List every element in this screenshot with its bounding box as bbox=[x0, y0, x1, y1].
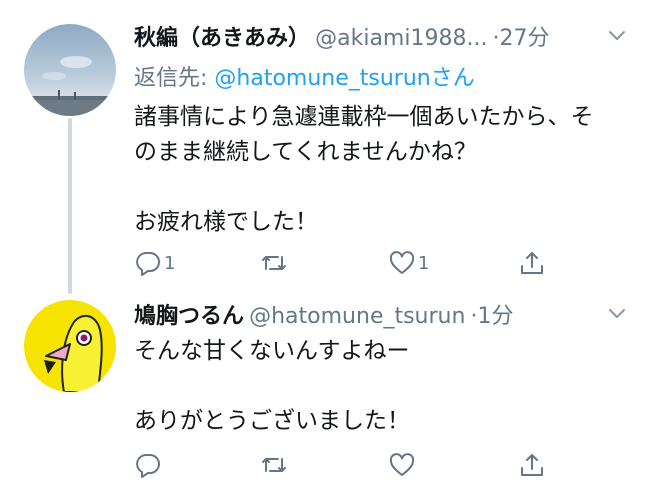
user-handle[interactable]: @hatomune_tsurun bbox=[249, 304, 465, 329]
share-icon bbox=[521, 454, 543, 476]
tweet-text-line: お疲れ様でした！ bbox=[134, 209, 318, 235]
retweet-button[interactable] bbox=[260, 246, 288, 280]
heart-icon bbox=[389, 251, 415, 274]
share-icon bbox=[521, 252, 543, 274]
tweet-hatomune[interactable]: 鳩胸つるん @hatomune_tsurun ·1分 そんな甘くないんすよねー … bbox=[0, 292, 650, 488]
avatar[interactable] bbox=[24, 300, 116, 392]
tweet-text-line bbox=[134, 170, 622, 205]
reply-to-line: 返信先: @hatomune_tsurunさん bbox=[134, 60, 475, 92]
avatar[interactable] bbox=[24, 24, 116, 116]
tweet-akiami[interactable]: 秋編（あきあみ） @akiami1988... ·27分 返信先: @hatom… bbox=[0, 0, 650, 294]
tweet-text-line: のまま継続してくれませんかね？ bbox=[134, 139, 477, 165]
avatar-yellow-bird bbox=[24, 300, 116, 392]
tweet-text-line bbox=[134, 369, 622, 404]
like-button[interactable]: 1 bbox=[388, 246, 429, 280]
like-count: 1 bbox=[418, 252, 430, 274]
retweet-button[interactable] bbox=[260, 448, 288, 482]
reply-prefix: 返信先: bbox=[134, 66, 215, 91]
tweet-text: そんな甘くないんすよねー ありがとうございました！ bbox=[134, 334, 622, 439]
tweet-actions bbox=[134, 448, 560, 482]
reply-target-link[interactable]: @hatomune_tsurun bbox=[214, 66, 430, 91]
retweet-icon bbox=[262, 458, 286, 472]
tweet-text: 諸事情により急遽連載枠一個あいたから、そ のまま継続してくれませんかね？ お疲れ… bbox=[134, 100, 622, 240]
reply-button[interactable]: 1 bbox=[134, 246, 175, 280]
tweet-text-line: ありがとうございました！ bbox=[134, 408, 410, 434]
tweet-header: 秋編（あきあみ） @akiami1988... ·27分 bbox=[134, 20, 610, 54]
reply-icon bbox=[136, 454, 160, 478]
tweet-text-line: そんな甘くないんすよねー bbox=[134, 338, 410, 364]
separator-dot: · bbox=[470, 304, 478, 329]
timestamp[interactable]: 1分 bbox=[478, 304, 514, 329]
like-button[interactable] bbox=[388, 448, 416, 482]
user-handle[interactable]: @akiami1988... bbox=[315, 26, 487, 51]
reply-icon bbox=[136, 252, 160, 276]
display-name[interactable]: 秋編（あきあみ） bbox=[134, 26, 310, 51]
share-button[interactable] bbox=[518, 246, 546, 280]
tweet-header: 鳩胸つるん @hatomune_tsurun ·1分 bbox=[134, 298, 610, 332]
reply-count: 1 bbox=[164, 252, 176, 274]
tweet-actions: 1 1 bbox=[134, 246, 560, 280]
tweet-text-line: 諸事情により急遽連載枠一個あいたから、そ bbox=[134, 104, 594, 130]
reply-button[interactable] bbox=[134, 448, 162, 482]
reply-suffix: さん bbox=[430, 66, 475, 91]
share-button[interactable] bbox=[518, 448, 546, 482]
chevron-down-icon[interactable] bbox=[606, 302, 628, 324]
timestamp[interactable]: 27分 bbox=[500, 26, 550, 51]
heart-icon bbox=[389, 453, 415, 476]
avatar-sky-photo bbox=[24, 24, 116, 116]
chevron-down-icon[interactable] bbox=[606, 24, 628, 46]
retweet-icon bbox=[262, 256, 286, 270]
display-name[interactable]: 鳩胸つるん bbox=[134, 304, 244, 329]
thread-line bbox=[68, 118, 72, 294]
separator-dot: · bbox=[492, 26, 500, 51]
